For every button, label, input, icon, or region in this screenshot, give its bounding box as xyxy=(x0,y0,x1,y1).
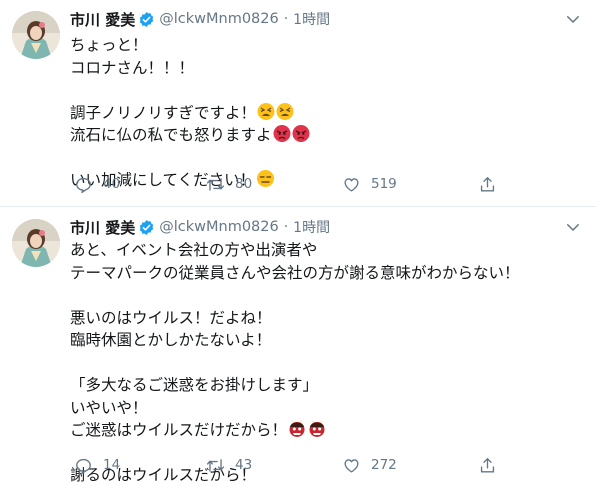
like-button[interactable]: 272 xyxy=(342,454,397,476)
ogre-emoji xyxy=(288,419,328,445)
tweet-line: ご迷惑はウイルスだけだから！ xyxy=(70,419,586,442)
like-icon xyxy=(344,458,359,473)
tweet-line: 流石に仏の私でも怒りますよ xyxy=(70,124,586,147)
tweet-line: テーマパークの従業員さんや会社の方が謝る意味がわからない！ xyxy=(70,263,520,282)
retweet-button[interactable]: 43 xyxy=(206,454,252,476)
reply-count: 40 xyxy=(103,176,121,192)
like-count: 272 xyxy=(371,457,397,473)
verified-badge-icon xyxy=(140,11,154,27)
tweet-actions: 14 43 272 xyxy=(70,454,550,476)
tweet-line: コロナさん！！！ xyxy=(70,58,195,77)
retweet-icon xyxy=(206,177,225,191)
reply-button[interactable]: 14 xyxy=(74,454,120,476)
chevron-down-icon[interactable] xyxy=(564,218,582,236)
avatar[interactable] xyxy=(12,219,60,267)
like-icon xyxy=(344,177,359,192)
reply-count: 14 xyxy=(103,457,121,473)
tweet-line: 調子ノリノリすぎですよ！ xyxy=(70,102,586,125)
tweet-line: 悪いのはウイルス！だよね！ xyxy=(70,308,272,327)
separator: · xyxy=(283,11,289,27)
like-button[interactable]: 519 xyxy=(342,173,397,195)
tweet-text: ちょっと！ コロナさん！！！ 調子ノリノリすぎですよ！ 流石に仏の私でも怒ります… xyxy=(70,34,586,192)
retweet-count: 43 xyxy=(235,457,253,473)
tweet-line: あと、イベント会社の方や出演者や xyxy=(70,241,318,259)
reply-button[interactable]: 40 xyxy=(74,173,120,195)
timestamp[interactable]: 1時間 xyxy=(293,9,330,29)
tweet-header: 市川 愛美 @lckwMnm0826 · 1時間 xyxy=(70,216,556,238)
tweet-line: ちょっと！ xyxy=(70,36,148,54)
verified-badge-icon xyxy=(140,219,154,235)
tweet-text: あと、イベント会社の方や出演者や テーマパークの従業員さんや会社の方が謝る意味が… xyxy=(70,239,586,484)
tweet[interactable]: 市川 愛美 @lckwMnm0826 · 1時間 ちょっと！ コロナさん！！！ … xyxy=(0,0,596,207)
share-icon xyxy=(480,457,495,473)
separator: · xyxy=(283,219,289,235)
tweet-line: 臨時休園とかしかたないよ！ xyxy=(70,331,272,349)
share-button[interactable] xyxy=(478,454,507,476)
tweet-line: 「多大なるご迷惑をお掛けします」 xyxy=(70,376,319,394)
display-name[interactable]: 市川 愛美 xyxy=(70,217,135,238)
timestamp[interactable]: 1時間 xyxy=(293,217,330,237)
retweet-icon xyxy=(206,458,225,472)
tweet[interactable]: 市川 愛美 @lckwMnm0826 · 1時間 あと、イベント会社の方や出演者… xyxy=(0,208,596,484)
handle[interactable]: @lckwMnm0826 xyxy=(159,219,278,235)
retweet-count: 80 xyxy=(235,176,253,192)
display-name[interactable]: 市川 愛美 xyxy=(70,9,135,30)
tweet-actions: 40 80 519 xyxy=(70,173,550,195)
tweet-header: 市川 愛美 @lckwMnm0826 · 1時間 xyxy=(70,8,556,30)
reply-icon xyxy=(76,177,91,193)
share-icon xyxy=(480,176,495,192)
like-count: 519 xyxy=(371,176,397,192)
avatar[interactable] xyxy=(12,11,60,59)
share-button[interactable] xyxy=(478,173,507,195)
handle[interactable]: @lckwMnm0826 xyxy=(159,11,278,27)
pouting-face-emoji xyxy=(273,124,311,150)
chevron-down-icon[interactable] xyxy=(564,10,582,28)
reply-icon xyxy=(76,458,91,474)
tweet-line: いやいや！ xyxy=(70,398,148,417)
retweet-button[interactable]: 80 xyxy=(206,173,252,195)
tweet-feed: 市川 愛美 @lckwMnm0826 · 1時間 ちょっと！ コロナさん！！！ … xyxy=(0,0,596,484)
